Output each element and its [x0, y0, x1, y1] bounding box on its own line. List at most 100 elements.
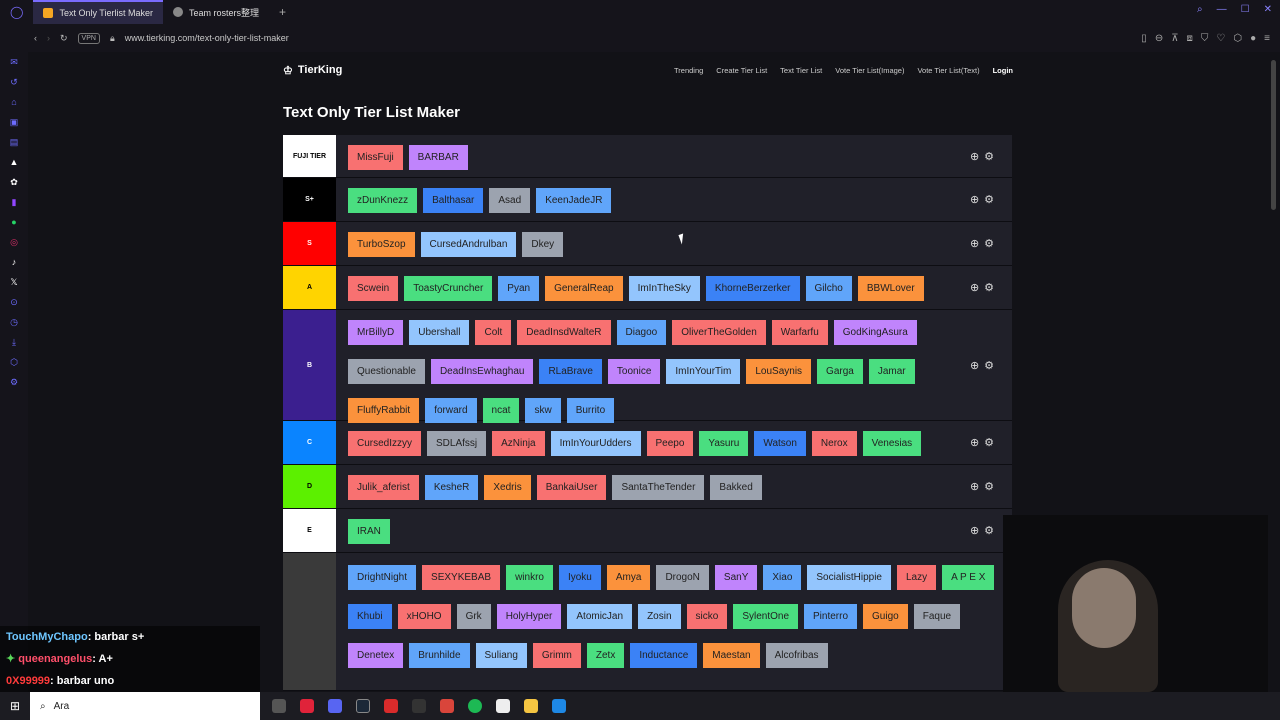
tier-item[interactable]: Pinterro	[804, 604, 858, 629]
vscode-icon[interactable]	[552, 699, 566, 713]
menu-icon[interactable]: ≡	[1264, 33, 1270, 44]
x-icon[interactable]: 𝕏	[8, 276, 20, 288]
tier-item[interactable]: Bakked	[710, 475, 762, 500]
maximize-icon[interactable]: ☐	[1241, 4, 1250, 15]
tier-item[interactable]: SylentOne	[733, 604, 799, 629]
tier-item[interactable]: Asad	[489, 188, 531, 213]
minimize-icon[interactable]: —	[1217, 4, 1227, 15]
tier-item[interactable]: Brunhilde	[409, 643, 470, 668]
nav-create-tier-list[interactable]: Create Tier List	[716, 66, 767, 75]
tier-item[interactable]: Maestan	[703, 643, 760, 668]
tier-item[interactable]: Yasuru	[699, 431, 749, 456]
add-circle-icon[interactable]: ⊕	[970, 237, 979, 250]
tier-item[interactable]: Xiao	[763, 565, 802, 590]
add-circle-icon[interactable]: ⊕	[970, 193, 979, 206]
opera-gx-icon[interactable]	[300, 699, 314, 713]
tier-item[interactable]: Colt	[475, 320, 512, 345]
tier-item[interactable]: Julik_aferist	[348, 475, 419, 500]
add-circle-icon[interactable]: ⊕	[970, 524, 979, 537]
pinboard-icon[interactable]: ⬡	[8, 356, 20, 368]
tier-item[interactable]: ToastyCruncher	[404, 276, 493, 301]
download-icon[interactable]: ⤓	[8, 336, 20, 348]
history-icon[interactable]: ↺	[8, 76, 20, 88]
tier-label[interactable]	[283, 553, 336, 690]
aria-icon[interactable]: ▲	[8, 156, 20, 168]
zoom-icon[interactable]: ⊖	[1155, 33, 1163, 44]
new-tab-button[interactable]: +	[269, 5, 296, 19]
tier-item[interactable]: Grimm	[532, 643, 581, 668]
tier-item[interactable]: Diagoo	[616, 320, 667, 345]
app-red-icon[interactable]	[384, 699, 398, 713]
tier-item[interactable]: Khubi	[348, 604, 392, 629]
scrollbar[interactable]	[1268, 52, 1280, 692]
extensions-icon[interactable]: ⬡	[1233, 33, 1242, 44]
chrome-icon[interactable]	[440, 699, 454, 713]
reader-icon[interactable]: ▯	[1141, 33, 1147, 44]
tier-item[interactable]: BARBAR	[408, 145, 468, 170]
close-icon[interactable]: ✕	[1264, 4, 1272, 15]
player-icon[interactable]: ⊙	[8, 296, 20, 308]
scrollbar-thumb[interactable]	[1271, 60, 1276, 210]
tier-item[interactable]: Amya	[606, 565, 651, 590]
tier-item[interactable]: KeenJadeJR	[536, 188, 612, 213]
tier-item[interactable]: Questionable	[348, 359, 425, 384]
forward-icon[interactable]: ›	[47, 33, 50, 43]
tier-item[interactable]: CursedAndrulban	[420, 232, 517, 257]
tier-item[interactable]: TurboSzop	[348, 232, 415, 257]
tier-item[interactable]: Burrito	[566, 398, 615, 423]
taskbar-search[interactable]: ⌕ Ara	[30, 692, 260, 720]
add-circle-icon[interactable]: ⊕	[970, 436, 979, 449]
tier-item[interactable]: BankaiUser	[536, 475, 607, 500]
add-circle-icon[interactable]: ⊕	[970, 480, 979, 493]
tier-item[interactable]: Warfarfu	[771, 320, 828, 345]
snapshot-icon[interactable]: ⧈	[1187, 33, 1193, 44]
tier-item[interactable]: Faque	[913, 604, 961, 629]
tier-item[interactable]: Gilcho	[805, 276, 852, 301]
tier-item[interactable]: IRAN	[348, 519, 390, 544]
tier-item[interactable]: winkro	[506, 565, 553, 590]
tier-item[interactable]: Venesias	[862, 431, 922, 456]
tier-item[interactable]: ImInYourTim	[666, 359, 741, 384]
tier-label[interactable]: D	[283, 465, 336, 508]
tier-item[interactable]: Nerox	[811, 431, 857, 456]
tier-item[interactable]: Garga	[817, 359, 863, 384]
tier-item[interactable]: Peepo	[646, 431, 694, 456]
tier-item[interactable]: Ubershall	[409, 320, 470, 345]
gear-icon[interactable]: ⚙	[984, 480, 994, 493]
tier-item[interactable]: forward	[425, 398, 477, 423]
search-icon[interactable]: ⌕	[1197, 4, 1203, 15]
login-link[interactable]: Login	[993, 66, 1013, 75]
tier-item[interactable]: zDunKnezz	[348, 188, 418, 213]
steam-icon[interactable]	[356, 699, 370, 713]
tier-item[interactable]: Suliang	[475, 643, 527, 668]
tier-item[interactable]: DrightNight	[348, 565, 417, 590]
tier-item[interactable]: AtomicJan	[567, 604, 633, 629]
tier-item[interactable]: Watson	[754, 431, 806, 456]
tier-item[interactable]: SanY	[714, 565, 758, 590]
tier-label[interactable]: S+	[283, 178, 336, 221]
twitch-icon[interactable]: ▮	[8, 196, 20, 208]
tier-item[interactable]: SantaTheTender	[612, 475, 705, 500]
gear-icon[interactable]: ⚙	[984, 150, 994, 163]
tier-item[interactable]: Zetx	[586, 643, 625, 668]
gear-icon[interactable]: ⚙	[984, 524, 994, 537]
reload-icon[interactable]: ↻	[60, 33, 68, 44]
tier-item[interactable]: LouSaynis	[746, 359, 812, 384]
tier-label[interactable]: C	[283, 421, 336, 464]
nav-vote-text[interactable]: Vote Tier List(Text)	[917, 66, 979, 75]
tier-item[interactable]: GodKingAsura	[833, 320, 917, 345]
tier-item[interactable]: SEXYKEBAB	[422, 565, 501, 590]
gear-icon[interactable]: ⚙	[984, 281, 994, 294]
settings-icon[interactable]: ⚙	[8, 376, 20, 388]
tier-item[interactable]: Denetex	[348, 643, 404, 668]
discord-icon[interactable]	[328, 699, 342, 713]
chatgpt-icon[interactable]: ✿	[8, 176, 20, 188]
gear-icon[interactable]: ⚙	[984, 359, 994, 372]
tier-item[interactable]: xHOHO	[397, 604, 451, 629]
tier-item[interactable]: Jamar	[868, 359, 915, 384]
avatar[interactable]: ●	[1250, 33, 1256, 44]
site-logo[interactable]: ♔ TierKing	[283, 64, 342, 77]
gear-icon[interactable]: ⚙	[984, 193, 994, 206]
epic-icon[interactable]	[412, 699, 426, 713]
tiktok-icon[interactable]: ♪	[8, 256, 20, 268]
